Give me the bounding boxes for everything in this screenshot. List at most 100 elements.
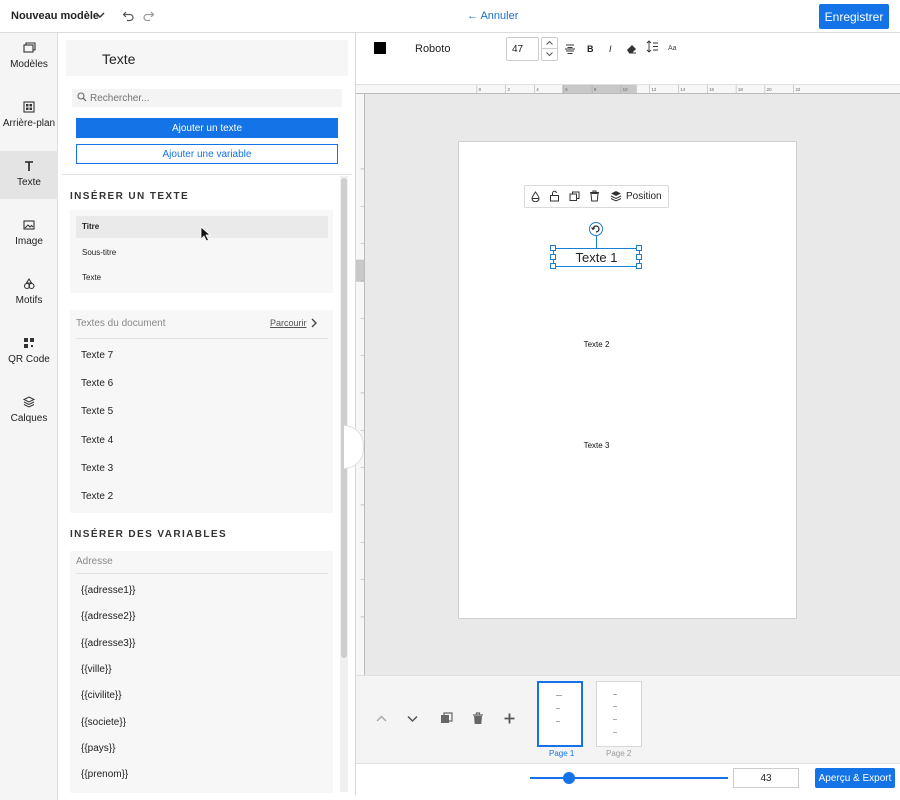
opacity-icon[interactable]: [530, 191, 541, 202]
insert-subtitle[interactable]: Sous-titre: [76, 242, 328, 264]
panel-divider: [62, 174, 352, 175]
font-select[interactable]: Roboto: [415, 43, 450, 55]
model-name[interactable]: Nouveau modèle: [11, 10, 99, 22]
templates-icon: [23, 42, 36, 53]
arrow-left-icon: ←: [467, 10, 478, 22]
italic-icon[interactable]: I: [609, 44, 612, 54]
font-size-up-button[interactable]: [541, 37, 558, 49]
layers-position-icon[interactable]: [610, 190, 622, 202]
add-text-button[interactable]: Ajouter un texte: [76, 118, 338, 138]
background-icon: [23, 101, 35, 113]
document-text-item[interactable]: Texte 3: [81, 463, 113, 474]
zoom-input[interactable]: [733, 768, 799, 788]
document-text-item[interactable]: Texte 5: [81, 406, 113, 417]
nav-item-image[interactable]: Image: [0, 210, 58, 258]
format-toolbar: [356, 33, 900, 85]
ruler-tick-label: 4: [536, 87, 539, 92]
qrcode-icon: [24, 338, 34, 348]
variable-item[interactable]: {{civilite}}: [81, 690, 122, 701]
mouse-cursor-icon: [200, 226, 212, 242]
vertical-ruler: [356, 94, 365, 675]
zoom-slider-thumb[interactable]: [563, 772, 575, 784]
panel-scrollbar-thumb[interactable]: [341, 178, 347, 658]
variable-item[interactable]: {{adresse2}}: [81, 611, 136, 622]
cancel-label: Annuler: [480, 10, 519, 22]
duplicate-icon[interactable]: [569, 191, 580, 202]
rotate-icon: [591, 225, 600, 233]
zoom-slider-track[interactable]: [530, 777, 728, 779]
unlock-icon[interactable]: [549, 190, 560, 202]
cancel-link[interactable]: ← Annuler: [467, 10, 518, 22]
layers-icon: [22, 396, 36, 408]
trash-icon[interactable]: [589, 190, 600, 202]
align-center-icon[interactable]: [564, 43, 576, 55]
preview-export-button[interactable]: Aperçu & Export: [815, 768, 895, 788]
insert-text-title: INSÉRER UN TEXTE: [70, 191, 190, 202]
document-text-item[interactable]: Texte 7: [81, 350, 113, 361]
horizontal-ruler: 0 2 4 6 8 10 12 14 16 18 20 22: [356, 85, 900, 94]
chevron-down-icon[interactable]: [94, 9, 106, 21]
search-input[interactable]: [90, 89, 340, 107]
nav-item-layers[interactable]: Calques: [0, 387, 58, 435]
chevron-right-icon[interactable]: [310, 318, 318, 328]
ruler-tick-label: 22: [795, 87, 800, 92]
nav-item-text[interactable]: Texte: [0, 151, 58, 199]
page-label-1: Page 1: [549, 749, 575, 758]
browse-link[interactable]: Parcourir: [270, 318, 307, 328]
text-case-icon[interactable]: Aa: [668, 45, 677, 52]
line-height-icon[interactable]: [646, 40, 659, 53]
page-label-2: Page 2: [606, 749, 632, 758]
rotate-handle[interactable]: [589, 222, 603, 236]
panel-title: Texte: [102, 51, 136, 67]
chevron-down-icon[interactable]: [406, 712, 419, 725]
top-bar: [0, 0, 900, 33]
save-button[interactable]: Enregistrer: [819, 4, 889, 29]
eraser-icon[interactable]: [626, 43, 637, 54]
text-icon: [25, 161, 33, 171]
bold-icon[interactable]: B: [587, 44, 594, 54]
ruler-tick-label: 14: [680, 87, 685, 92]
document-texts-title: Textes du document: [76, 318, 166, 329]
nav-item-background[interactable]: Arrière-plan: [0, 92, 58, 140]
variable-item[interactable]: {{pays}}: [81, 743, 115, 754]
insert-variables-title: INSÉRER DES VARIABLES: [70, 529, 228, 540]
chevron-up-icon[interactable]: [375, 712, 388, 725]
duplicate-page-icon[interactable]: [440, 712, 453, 725]
nav-label: Image: [15, 236, 43, 247]
left-nav: Modèles Arrière-plan Texte Image Motifs …: [0, 33, 58, 800]
variable-item[interactable]: {{adresse3}}: [81, 638, 136, 649]
font-size-down-button[interactable]: [541, 49, 558, 61]
delete-page-icon[interactable]: [472, 712, 484, 725]
variable-item[interactable]: {{adresse1}}: [81, 585, 136, 596]
add-variable-button[interactable]: Ajouter une variable: [76, 144, 338, 164]
document-text-item[interactable]: Texte 2: [81, 491, 113, 502]
redo-icon[interactable]: [142, 9, 155, 22]
document-page[interactable]: [458, 141, 797, 619]
variable-item[interactable]: {{prenom}}: [81, 769, 128, 780]
variable-item[interactable]: {{ville}}: [81, 664, 112, 675]
color-swatch[interactable]: [374, 42, 386, 54]
nav-item-qrcode[interactable]: QR Code: [0, 328, 58, 376]
ruler-tick-label: 10: [623, 87, 628, 92]
document-text-item[interactable]: Texte 4: [81, 435, 113, 446]
document-text-item[interactable]: Texte 6: [81, 378, 113, 389]
position-button[interactable]: Position: [626, 191, 662, 202]
add-page-icon[interactable]: [503, 712, 516, 725]
ruler-tick-label: 0: [479, 87, 482, 92]
ruler-tick-label: 18: [738, 87, 743, 92]
insert-body-text[interactable]: Texte: [76, 267, 328, 289]
nav-item-shapes[interactable]: Motifs: [0, 269, 58, 317]
undo-icon[interactable]: [122, 9, 135, 22]
page-thumbnail-2[interactable]: [596, 681, 642, 747]
page-thumbnail-1[interactable]: [537, 681, 583, 747]
variable-item[interactable]: {{societe}}: [81, 717, 126, 728]
canvas-text-2[interactable]: Texte 2: [553, 340, 640, 349]
canvas-text-3[interactable]: Texte 3: [553, 441, 640, 450]
chevron-up-icon: [546, 40, 553, 45]
chevron-down-icon: [546, 52, 553, 57]
font-size-input[interactable]: [506, 37, 539, 61]
nav-item-templates[interactable]: Modèles: [0, 33, 58, 81]
canvas-text-1[interactable]: Texte 1: [553, 250, 640, 265]
separator: [76, 573, 328, 574]
image-icon: [23, 220, 35, 230]
